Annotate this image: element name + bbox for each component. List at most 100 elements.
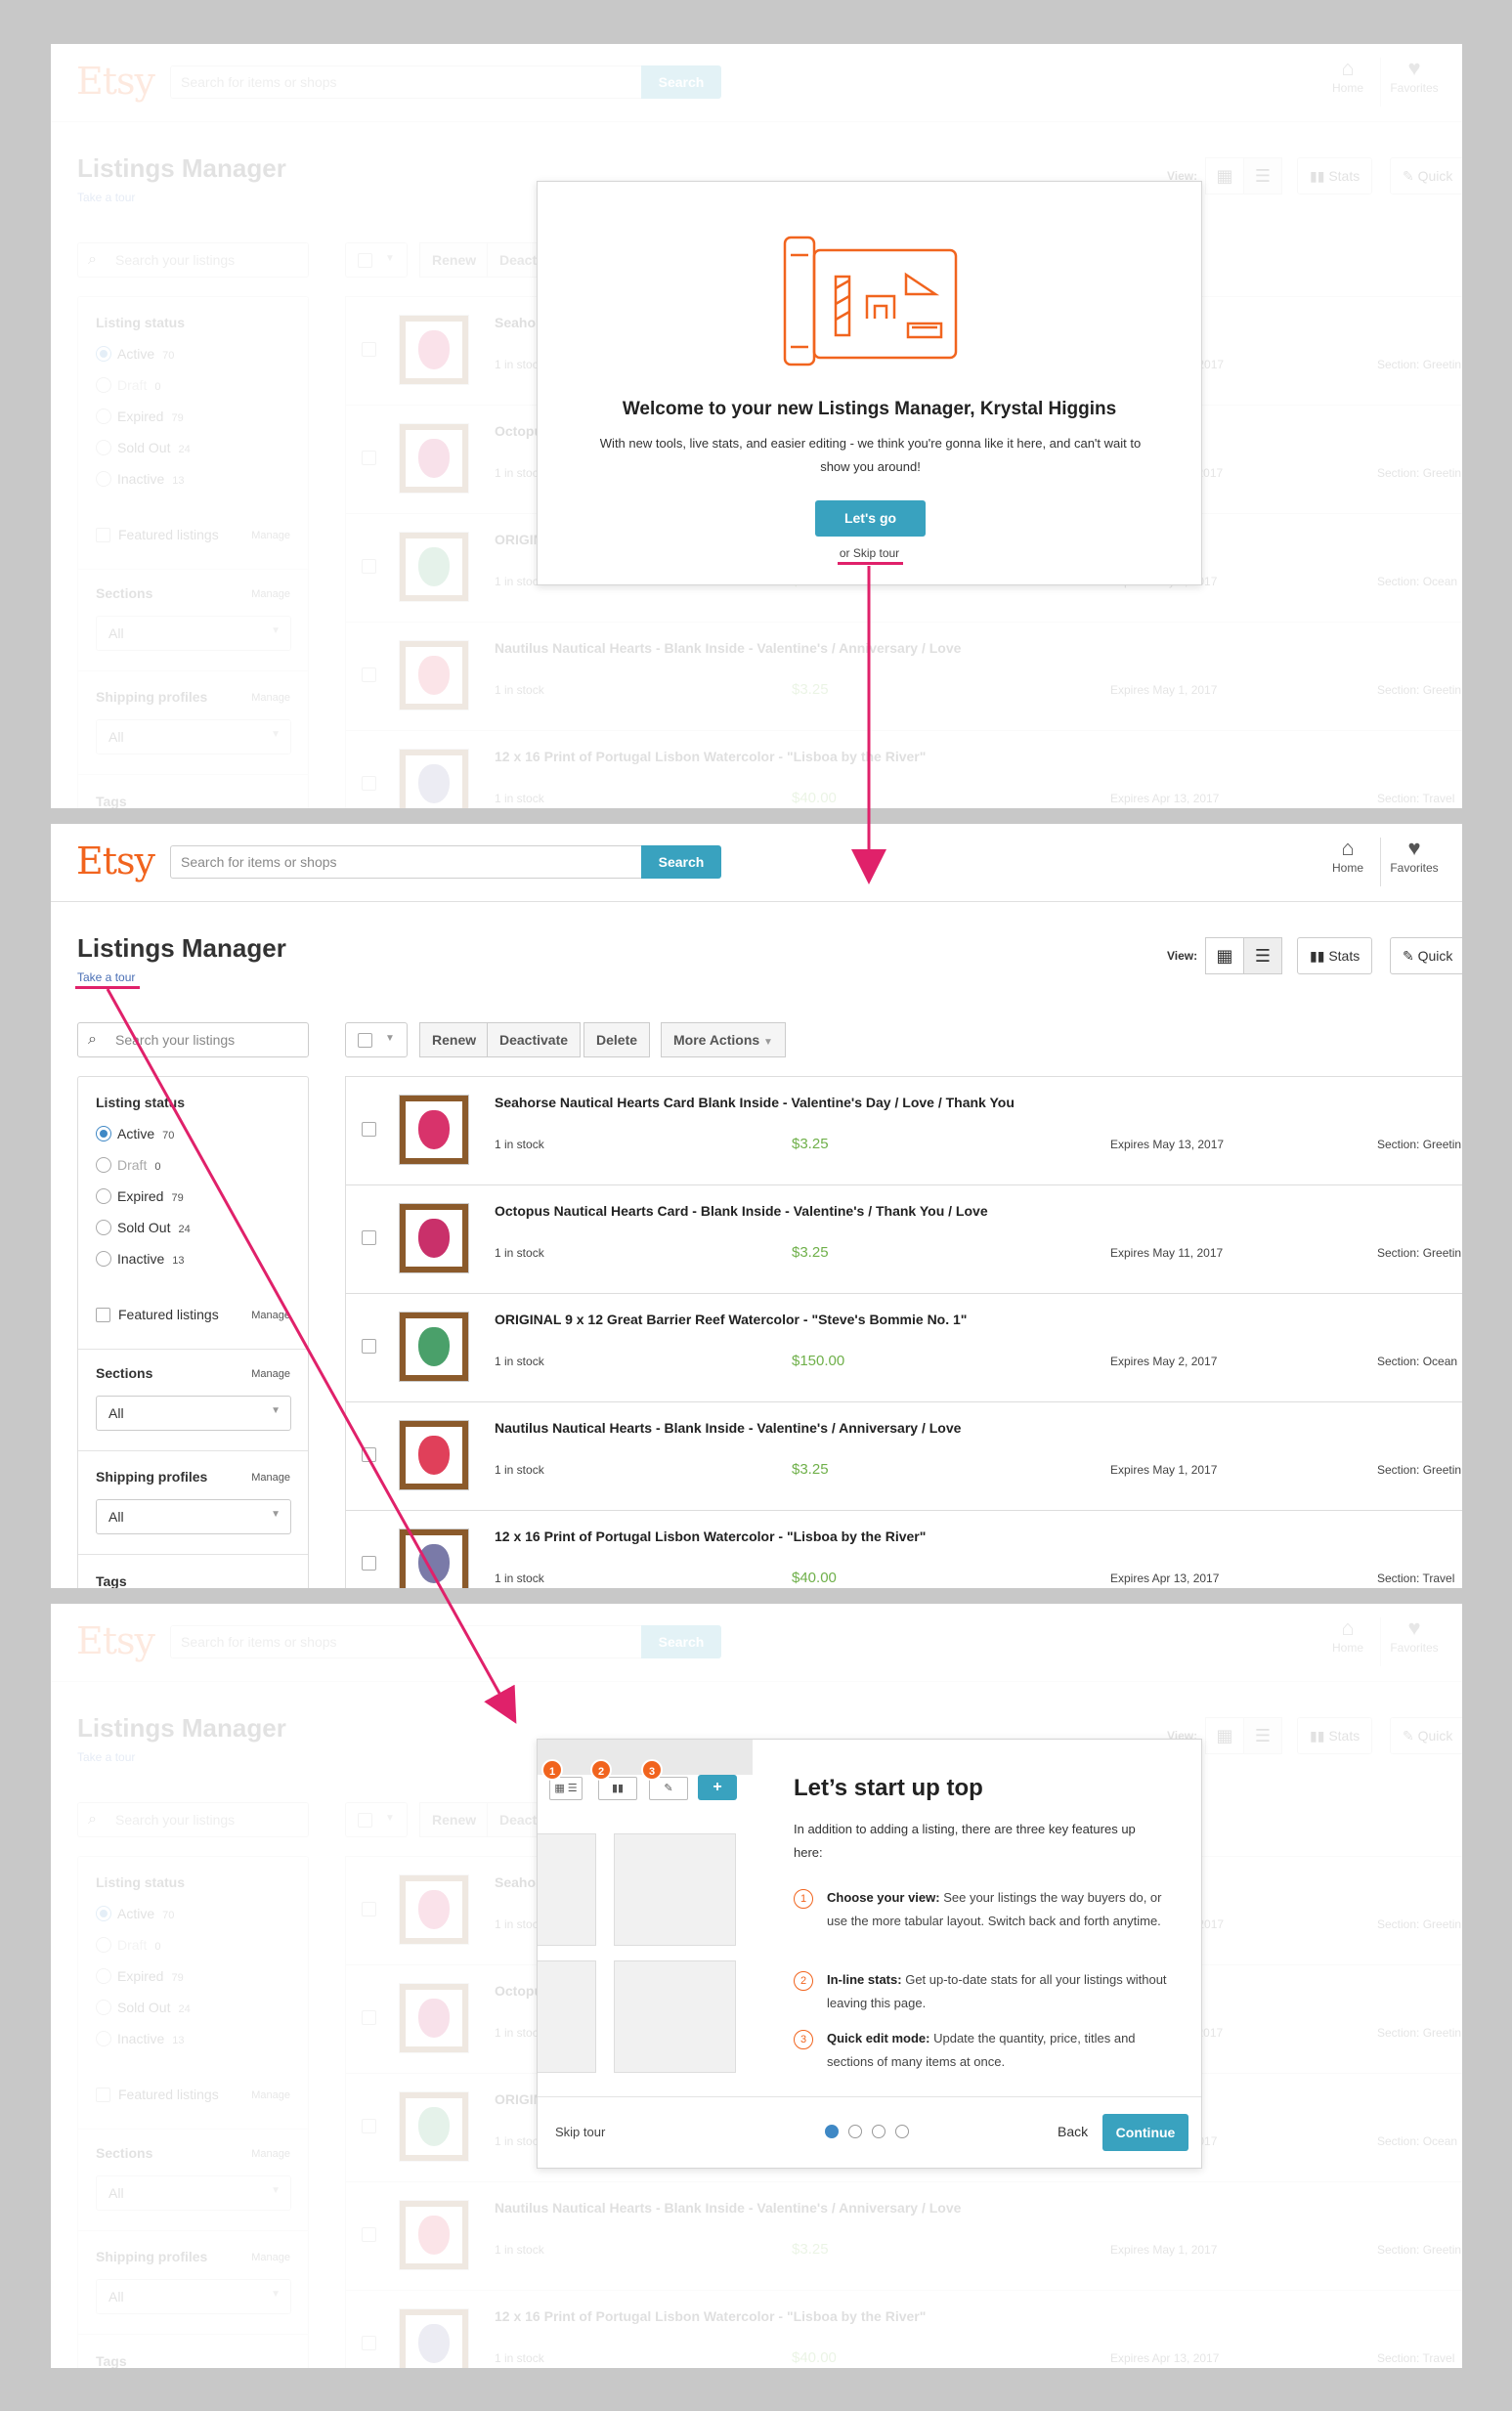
quick-edit-button[interactable]: ✎ Quick — [1390, 937, 1462, 974]
progress-dot[interactable] — [872, 2125, 886, 2138]
checkbox-icon[interactable] — [358, 1033, 372, 1048]
list-view-button[interactable]: ☰ — [1243, 937, 1282, 974]
row-checkbox[interactable] — [362, 1122, 376, 1137]
listing-title[interactable]: Nautilus Nautical Hearts - Blank Inside … — [495, 1420, 961, 1436]
feature-number: 3 — [794, 2030, 813, 2049]
listing-thumbnail[interactable] — [399, 1203, 469, 1273]
blueprint-illustration — [783, 236, 958, 366]
listing-row[interactable]: 12 x 16 Print of Portugal Lisbon Waterco… — [345, 1510, 1462, 1588]
skip-tour-link[interactable]: Skip tour — [555, 2125, 605, 2139]
radio-icon[interactable] — [96, 1220, 111, 1235]
chevron-down-icon: ▼ — [271, 1509, 281, 1520]
progress-dot[interactable] — [895, 2125, 909, 2138]
featured-listings-filter[interactable]: Featured listings — [96, 1307, 219, 1322]
stats-button[interactable]: ▮▮ Stats — [1297, 937, 1373, 974]
delete-button[interactable]: Delete — [583, 1022, 651, 1057]
radio-icon[interactable] — [96, 1188, 111, 1204]
sections-select[interactable]: All▼ — [96, 1396, 291, 1431]
feature-name: In-line stats: — [827, 1972, 902, 1987]
step-progress — [825, 2125, 919, 2143]
take-tour-link[interactable]: Take a tour — [77, 970, 135, 984]
status-sold-out[interactable]: Sold Out24 — [96, 1220, 191, 1235]
toolbar-mockup: ▦ ☰ ▮▮ ✎ + 1 2 3 — [538, 1740, 753, 2096]
sidebar-divider — [78, 1554, 308, 1555]
chevron-down-icon: ▼ — [385, 1033, 395, 1044]
radio-icon[interactable] — [96, 1157, 111, 1173]
status-expired[interactable]: Expired79 — [96, 1188, 184, 1204]
favorites-nav[interactable]: ♥ Favorites — [1382, 836, 1447, 875]
home-icon: ⌂ — [1341, 836, 1355, 860]
home-nav[interactable]: ⌂ Home — [1316, 836, 1380, 875]
listing-expiry: Expires May 11, 2017 — [1110, 1246, 1224, 1260]
row-checkbox[interactable] — [362, 1556, 376, 1571]
continue-button[interactable]: Continue — [1102, 2114, 1188, 2151]
radio-icon[interactable] — [96, 1251, 111, 1267]
listing-price: $3.25 — [792, 1461, 829, 1478]
grid-icon: ▦ ☰ — [554, 1783, 578, 1794]
site-search-button[interactable]: Search — [641, 845, 721, 879]
featured-manage-link[interactable]: Manage — [251, 1310, 290, 1321]
step-badge: 2 — [590, 1759, 612, 1781]
skip-tour-link[interactable]: or Skip tour — [538, 546, 1201, 560]
deactivate-button[interactable]: Deactivate — [487, 1022, 582, 1057]
listing-row[interactable]: ORIGINAL 9 x 12 Great Barrier Reef Water… — [345, 1293, 1462, 1402]
quick-edit-label: Quick — [1417, 948, 1453, 964]
header-divider — [1380, 838, 1381, 886]
status-inactive[interactable]: Inactive13 — [96, 1251, 185, 1267]
listing-stock: 1 in stock — [495, 1355, 544, 1368]
listing-expiry: Expires May 13, 2017 — [1110, 1138, 1225, 1151]
renew-button[interactable]: Renew — [419, 1022, 490, 1057]
listing-thumbnail[interactable] — [399, 1095, 469, 1165]
listing-thumbnail[interactable] — [399, 1420, 469, 1490]
shipping-profiles-heading: Shipping profiles — [96, 1469, 208, 1485]
shipping-manage-link[interactable]: Manage — [251, 1472, 290, 1484]
lets-go-button[interactable]: Let's go — [815, 500, 926, 537]
listing-title[interactable]: Seahorse Nautical Hearts Card Blank Insi… — [495, 1095, 1015, 1110]
step-badge: 3 — [641, 1759, 663, 1781]
select-all-dropdown[interactable]: ▼ — [345, 1022, 408, 1057]
tour-step-modal: ▦ ☰ ▮▮ ✎ + 1 2 3 Let’s start up top In a… — [537, 1739, 1202, 2169]
listing-title[interactable]: Octopus Nautical Hearts Card - Blank Ins… — [495, 1203, 988, 1219]
list-icon: ☰ — [1254, 946, 1272, 966]
shipping-profiles-select[interactable]: All▼ — [96, 1499, 291, 1534]
listing-stock: 1 in stock — [495, 1571, 544, 1585]
listing-search-placeholder: Search your listings — [115, 1032, 236, 1048]
listing-expiry: Expires May 1, 2017 — [1110, 1463, 1218, 1477]
listing-thumbnail[interactable] — [399, 1528, 469, 1588]
sections-manage-link[interactable]: Manage — [251, 1368, 290, 1380]
listing-stock: 1 in stock — [495, 1138, 544, 1151]
status-active[interactable]: Active70 — [96, 1126, 174, 1141]
checkbox-icon[interactable] — [96, 1308, 110, 1322]
listing-search-input[interactable]: ⌕ Search your listings — [77, 1022, 309, 1057]
listing-row[interactable]: Octopus Nautical Hearts Card - Blank Ins… — [345, 1184, 1462, 1294]
chevron-down-icon: ▼ — [271, 1405, 281, 1416]
row-checkbox[interactable] — [362, 1339, 376, 1354]
heart-icon: ♥ — [1407, 836, 1421, 860]
progress-dot[interactable] — [848, 2125, 862, 2138]
listing-title[interactable]: ORIGINAL 9 x 12 Great Barrier Reef Water… — [495, 1312, 967, 1327]
row-checkbox[interactable] — [362, 1230, 376, 1245]
mock-quick-edit-button: ✎ — [649, 1777, 688, 1800]
tour-footer: Skip tour Back Continue — [538, 2096, 1201, 2168]
listing-stock: 1 in stock — [495, 1246, 544, 1260]
site-header: Etsy Search for items or shops Search ⌂ … — [51, 824, 1462, 902]
progress-dot-active[interactable] — [825, 2125, 839, 2138]
mockup-card — [538, 1960, 596, 2073]
listing-row[interactable]: Nautilus Nautical Hearts - Blank Inside … — [345, 1401, 1462, 1511]
grid-view-button[interactable]: ▦ — [1205, 937, 1244, 974]
listing-section: Section: Ocean — [1377, 1355, 1458, 1368]
filter-sidebar: Listing status Active70 Draft0 Expired79… — [77, 1076, 309, 1588]
listing-row[interactable]: Seahorse Nautical Hearts Card Blank Insi… — [345, 1076, 1462, 1185]
more-actions-button[interactable]: More Actions ▼ — [661, 1022, 786, 1057]
site-search-input[interactable]: Search for items or shops — [170, 845, 643, 879]
listing-thumbnail[interactable] — [399, 1312, 469, 1382]
radio-selected-icon[interactable] — [96, 1126, 111, 1141]
etsy-logo[interactable]: Etsy — [76, 840, 155, 883]
listing-title[interactable]: 12 x 16 Print of Portugal Lisbon Waterco… — [495, 1528, 926, 1544]
feature-item: 2 In-line stats: Get up-to-date stats fo… — [794, 1968, 1185, 2015]
listing-price: $3.25 — [792, 1136, 829, 1152]
row-checkbox[interactable] — [362, 1447, 376, 1462]
status-draft[interactable]: Draft0 — [96, 1157, 160, 1173]
back-button[interactable]: Back — [1058, 2124, 1088, 2139]
step-welcome-screen: Etsy Search for items or shops Search ⌂ … — [51, 44, 1462, 808]
